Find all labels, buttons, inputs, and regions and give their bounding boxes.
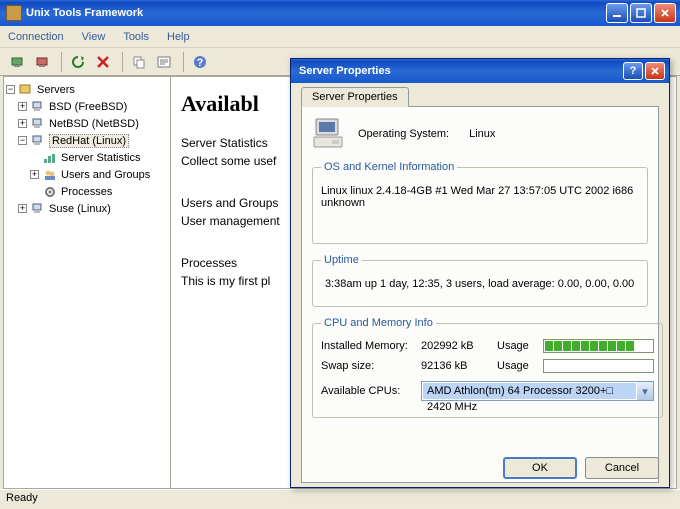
menu-connection[interactable]: Connection <box>8 31 64 43</box>
expand-icon[interactable]: + <box>18 119 27 128</box>
toolbar-separator <box>183 52 184 72</box>
menu-help[interactable]: Help <box>167 31 190 43</box>
dialog-title: Server Properties <box>299 65 391 77</box>
connect-icon <box>9 54 25 70</box>
server-icon <box>30 202 46 216</box>
tree-node-statistics[interactable]: Server Statistics <box>6 149 168 166</box>
dialog-titlebar[interactable]: Server Properties ? <box>291 59 669 83</box>
ok-button[interactable]: OK <box>503 457 577 479</box>
toolbar-copy-button[interactable] <box>128 51 150 73</box>
expand-icon[interactable]: + <box>18 102 27 111</box>
users-icon <box>42 168 58 182</box>
disconnect-icon <box>34 54 50 70</box>
dialog-help-button[interactable]: ? <box>623 62 643 80</box>
expand-icon[interactable]: + <box>30 170 39 179</box>
close-button[interactable] <box>654 3 676 23</box>
tree-node-suse[interactable]: + Suse (Linux) <box>6 200 168 217</box>
uptime-group: Uptime 3:38am up 1 day, 12:35, 3 users, … <box>312 254 648 307</box>
server-tree[interactable]: − Servers + BSD (FreeBSD) + NetBSD (NetB… <box>3 76 171 489</box>
toolbar-refresh-button[interactable] <box>67 51 89 73</box>
uptime-legend: Uptime <box>321 254 362 266</box>
server-icon <box>30 117 46 131</box>
toolbar-properties-button[interactable] <box>153 51 175 73</box>
installed-memory-value: 202992 kB <box>421 340 497 352</box>
toolbar-disconnect-button[interactable] <box>31 51 53 73</box>
tree-node-processes[interactable]: Processes <box>6 183 168 200</box>
copy-icon <box>131 54 147 70</box>
collapse-icon[interactable]: − <box>6 85 15 94</box>
swap-usage-label: Usage <box>497 360 543 372</box>
os-value: Linux <box>469 128 495 140</box>
chevron-down-icon: ▾ <box>637 382 653 400</box>
tree-root[interactable]: − Servers <box>6 81 168 98</box>
os-kernel-legend: OS and Kernel Information <box>321 161 457 173</box>
toolbar-delete-button[interactable] <box>92 51 114 73</box>
tree-node-redhat[interactable]: − RedHat (Linux) <box>6 132 168 149</box>
main-titlebar: Unix Tools Framework <box>0 0 680 26</box>
refresh-icon <box>70 54 86 70</box>
help-icon: ? <box>192 54 208 70</box>
dialog-close-button[interactable] <box>645 62 665 80</box>
installed-memory-label: Installed Memory: <box>321 340 421 352</box>
memory-usage-bar <box>543 339 654 353</box>
toolbar-connect-button[interactable] <box>6 51 28 73</box>
os-kernel-info: Linux linux 2.4.18-4GB #1 Wed Mar 27 13:… <box>321 183 639 233</box>
window-title: Unix Tools Framework <box>26 7 143 19</box>
tree-node-netbsd[interactable]: + NetBSD (NetBSD) <box>6 115 168 132</box>
menu-tools[interactable]: Tools <box>123 31 149 43</box>
gear-icon <box>42 185 58 199</box>
tab-panel: Operating System: Linux OS and Kernel In… <box>301 106 659 483</box>
available-cpus-label: Available CPUs: <box>321 385 421 397</box>
cpu-memory-group: CPU and Memory Info Installed Memory: 20… <box>312 317 663 418</box>
tab-server-properties[interactable]: Server Properties <box>301 87 409 107</box>
swap-usage-bar <box>543 359 654 373</box>
os-kernel-group: OS and Kernel Information Linux linux 2.… <box>312 161 648 244</box>
server-properties-dialog: Server Properties ? Server Properties Op… <box>290 58 670 488</box>
minimize-button[interactable] <box>606 3 628 23</box>
delete-icon <box>95 54 111 70</box>
svg-text:?: ? <box>197 57 204 69</box>
chart-icon <box>42 151 58 165</box>
server-icon <box>30 100 46 114</box>
uptime-value: 3:38am up 1 day, 12:35, 3 users, load av… <box>321 276 639 296</box>
menu-view[interactable]: View <box>82 31 106 43</box>
app-icon <box>6 5 22 21</box>
servers-icon <box>18 83 34 97</box>
cpu-selected-value: AMD Athlon(tm) 64 Processor 3200+□ 2420 … <box>423 383 636 399</box>
cpu-memory-legend: CPU and Memory Info <box>321 317 436 329</box>
memory-usage-label: Usage <box>497 340 543 352</box>
collapse-icon[interactable]: − <box>18 136 27 145</box>
properties-icon <box>156 54 172 70</box>
toolbar-separator <box>122 52 123 72</box>
swap-size-value: 92136 kB <box>421 360 497 372</box>
available-cpus-dropdown[interactable]: AMD Athlon(tm) 64 Processor 3200+□ 2420 … <box>421 381 654 401</box>
statusbar: Ready <box>0 489 680 509</box>
tree-node-bsd[interactable]: + BSD (FreeBSD) <box>6 98 168 115</box>
toolbar-help-button[interactable]: ? <box>189 51 211 73</box>
menubar: Connection View Tools Help <box>0 26 680 48</box>
toolbar-separator <box>61 52 62 72</box>
server-icon <box>30 134 46 148</box>
expand-icon[interactable]: + <box>18 204 27 213</box>
computer-icon <box>312 117 344 151</box>
maximize-button[interactable] <box>630 3 652 23</box>
swap-size-label: Swap size: <box>321 360 421 372</box>
tree-node-users[interactable]: + Users and Groups <box>6 166 168 183</box>
cancel-button[interactable]: Cancel <box>585 457 659 479</box>
os-label: Operating System: <box>358 128 449 140</box>
status-text: Ready <box>6 492 38 504</box>
